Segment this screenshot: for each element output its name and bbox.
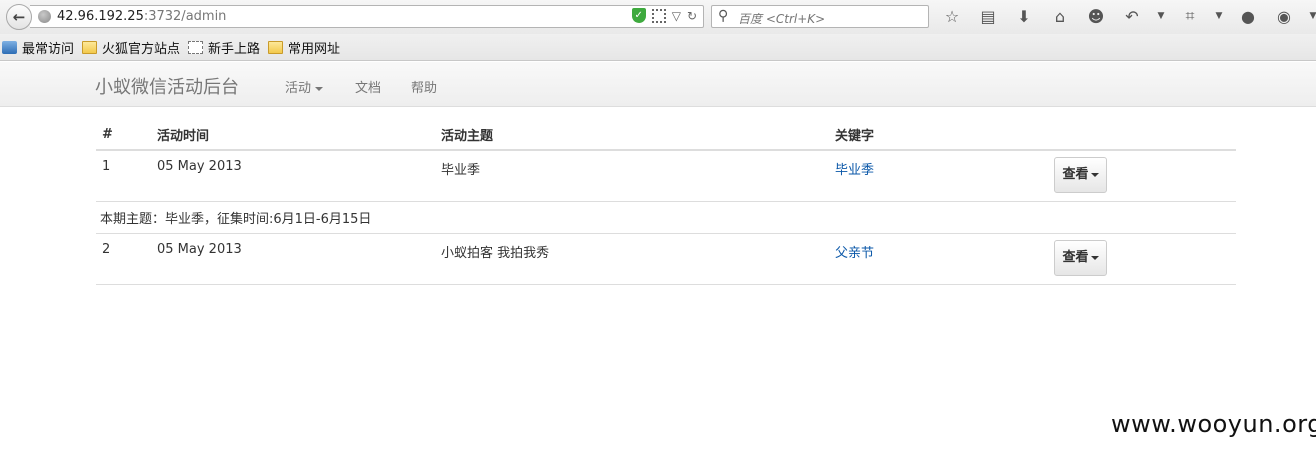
- browser-toolbar: 42.96.192.25:3732/admin ✓ ▽ ↻ ← ⚲ 百度 <Ct…: [0, 0, 1316, 34]
- row-date: 05 May 2013: [151, 233, 435, 285]
- watermark: www.wooyun.org: [1111, 410, 1316, 438]
- nav-item-docs[interactable]: 文档: [355, 77, 381, 96]
- dropdown-arrow-icon[interactable]: ▽: [672, 9, 681, 23]
- url-text[interactable]: 42.96.192.25:3732/admin: [57, 9, 226, 24]
- qr-code-icon[interactable]: [651, 8, 666, 23]
- caret-down-icon: [1090, 255, 1099, 260]
- reload-icon[interactable]: ↻: [687, 9, 697, 23]
- keyword-link[interactable]: 父亲节: [835, 246, 874, 261]
- page-icon: [188, 40, 204, 54]
- search-placeholder: 百度 <Ctrl+K>: [738, 12, 826, 26]
- chevron-down-icon[interactable]: ▼: [1156, 11, 1166, 21]
- view-dropdown-button[interactable]: 查看: [1054, 240, 1107, 276]
- globe-icon: [38, 10, 51, 23]
- site-navbar: 小蚁微信活动后台 活动 文档 帮助: [0, 62, 1316, 107]
- crop-icon[interactable]: ⌗: [1178, 6, 1202, 26]
- table-row: 1 05 May 2013 毕业季 毕业季 查看: [96, 149, 1236, 202]
- bookmark-most-visited[interactable]: 最常访问: [2, 38, 74, 57]
- row-number: 1: [96, 149, 151, 202]
- folder-icon: [82, 40, 98, 54]
- header-number: #: [96, 119, 151, 151]
- caret-down-icon: [315, 86, 324, 91]
- search-bar[interactable]: ⚲ 百度 <Ctrl+K>: [711, 5, 929, 28]
- reading-list-icon[interactable]: ▤: [976, 7, 1000, 26]
- back-arrow-icon: ←: [12, 8, 26, 26]
- keyword-link[interactable]: 毕业季: [835, 163, 874, 178]
- activity-table: # 活动时间 活动主题 关键字 1 05 May 2013 毕业季 毕业季 查看…: [96, 119, 1236, 285]
- back-button[interactable]: ←: [6, 4, 32, 30]
- header-date: 活动时间: [151, 119, 435, 151]
- bookmark-getting-started[interactable]: 新手上路: [188, 38, 260, 57]
- chat-face-icon[interactable]: ☻: [1084, 7, 1108, 26]
- row-topic: 小蚁拍客 我拍我秀: [435, 233, 829, 285]
- chevron-down-icon[interactable]: ▼: [1308, 11, 1316, 21]
- most-visited-icon: [2, 40, 17, 54]
- folder-icon: [268, 40, 284, 54]
- speech-bubble-icon[interactable]: ●: [1236, 7, 1260, 26]
- undo-icon[interactable]: ↶: [1120, 7, 1144, 26]
- brand-title[interactable]: 小蚁微信活动后台: [95, 73, 239, 99]
- search-icon: ⚲: [718, 8, 729, 24]
- chevron-down-icon[interactable]: ▼: [1214, 11, 1224, 21]
- header-topic: 活动主题: [435, 119, 829, 151]
- header-actions: [1025, 119, 1236, 151]
- row-note: 本期主题：毕业季，征集时间:6月1日-6月15日: [96, 201, 1236, 234]
- download-icon[interactable]: ⬇: [1012, 7, 1036, 26]
- bookmark-common-sites[interactable]: 常用网址: [268, 38, 340, 57]
- bookmark-firefox-site[interactable]: 火狐官方站点: [82, 38, 180, 57]
- caret-down-icon: [1090, 172, 1099, 177]
- bookmark-star-icon[interactable]: ☆: [940, 7, 964, 26]
- mask-icon[interactable]: ◉: [1272, 7, 1296, 26]
- table-header-row: # 活动时间 活动主题 关键字: [96, 119, 1236, 151]
- row-number: 2: [96, 233, 151, 285]
- nav-item-help[interactable]: 帮助: [411, 77, 437, 96]
- nav-item-activities[interactable]: 活动: [285, 77, 324, 96]
- row-date: 05 May 2013: [151, 149, 435, 202]
- header-keyword: 关键字: [829, 119, 1025, 151]
- row-topic: 毕业季: [435, 149, 829, 202]
- shield-icon[interactable]: ✓: [631, 8, 646, 23]
- view-dropdown-button[interactable]: 查看: [1054, 157, 1107, 193]
- home-icon[interactable]: ⌂: [1048, 7, 1072, 26]
- bookmarks-bar: 最常访问 火狐官方站点 新手上路 常用网址: [0, 34, 1316, 61]
- table-note-row: 本期主题：毕业季，征集时间:6月1日-6月15日: [96, 201, 1236, 234]
- table-row: 2 05 May 2013 小蚁拍客 我拍我秀 父亲节 查看: [96, 233, 1236, 285]
- url-bar[interactable]: 42.96.192.25:3732/admin ✓ ▽ ↻: [30, 5, 704, 28]
